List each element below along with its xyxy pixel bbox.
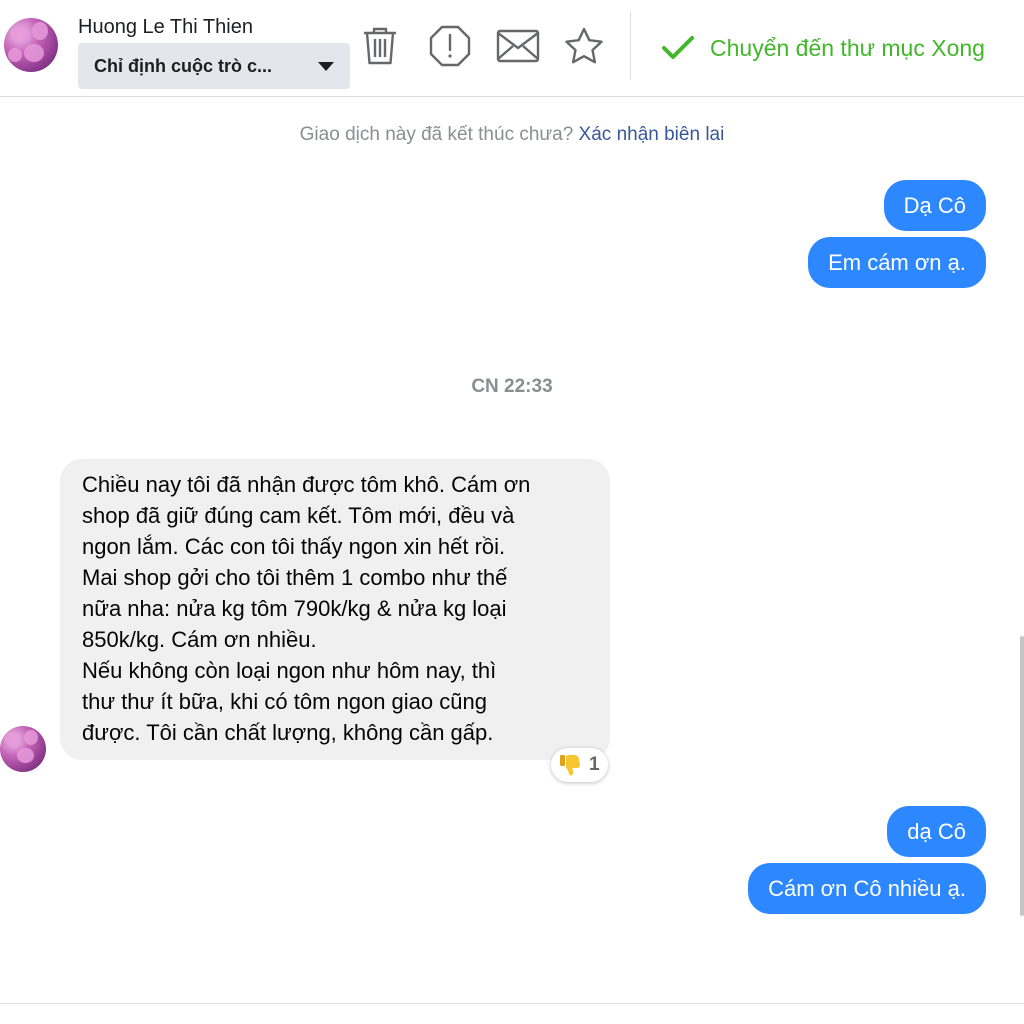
confirm-receipt-link[interactable]: Xác nhận biên lai <box>579 124 725 145</box>
incoming-message[interactable]: Chiều nay tôi đã nhận được tôm khô. Cám … <box>60 459 610 760</box>
move-to-done-button[interactable]: Chuyển đến thư mục Xong <box>660 28 985 68</box>
message-timestamp: CN 22:33 <box>471 376 553 397</box>
sender-avatar[interactable] <box>0 726 46 772</box>
transaction-prompt: Giao dịch này đã kết thúc chưa? Xác nhận… <box>0 124 1024 146</box>
conversation-header: Huong Le Thi Thien Chỉ định cuộc trò c..… <box>0 0 1024 97</box>
contact-avatar[interactable] <box>4 18 58 72</box>
caret-down-icon <box>318 61 334 71</box>
report-icon[interactable] <box>428 24 472 68</box>
trash-icon[interactable] <box>358 24 402 68</box>
scrollbar[interactable] <box>1020 636 1024 916</box>
star-icon[interactable] <box>562 24 606 68</box>
mail-icon[interactable] <box>496 24 540 68</box>
outgoing-message[interactable]: Em cám ơn ạ. <box>808 237 986 288</box>
toolbar-divider <box>630 12 631 80</box>
thumbs-down-icon <box>560 754 580 776</box>
outgoing-message[interactable]: Cám ơn Cô nhiều ạ. <box>748 863 986 914</box>
move-to-done-label: Chuyển đến thư mục Xong <box>710 34 985 61</box>
transaction-question: Giao dịch này đã kết thúc chưa? <box>299 124 574 145</box>
message-reaction[interactable]: 1 <box>551 748 608 782</box>
checkmark-icon <box>662 36 694 59</box>
assign-conversation-dropdown[interactable]: Chỉ định cuộc trò c... <box>78 43 350 89</box>
outgoing-message[interactable]: dạ Cô <box>887 806 986 857</box>
reaction-count: 1 <box>589 754 600 775</box>
assign-conversation-label: Chỉ định cuộc trò c... <box>94 55 273 76</box>
contact-name[interactable]: Huong Le Thi Thien <box>78 16 253 39</box>
outgoing-message[interactable]: Dạ Cô <box>883 180 986 231</box>
composer-divider <box>0 1003 1024 1004</box>
